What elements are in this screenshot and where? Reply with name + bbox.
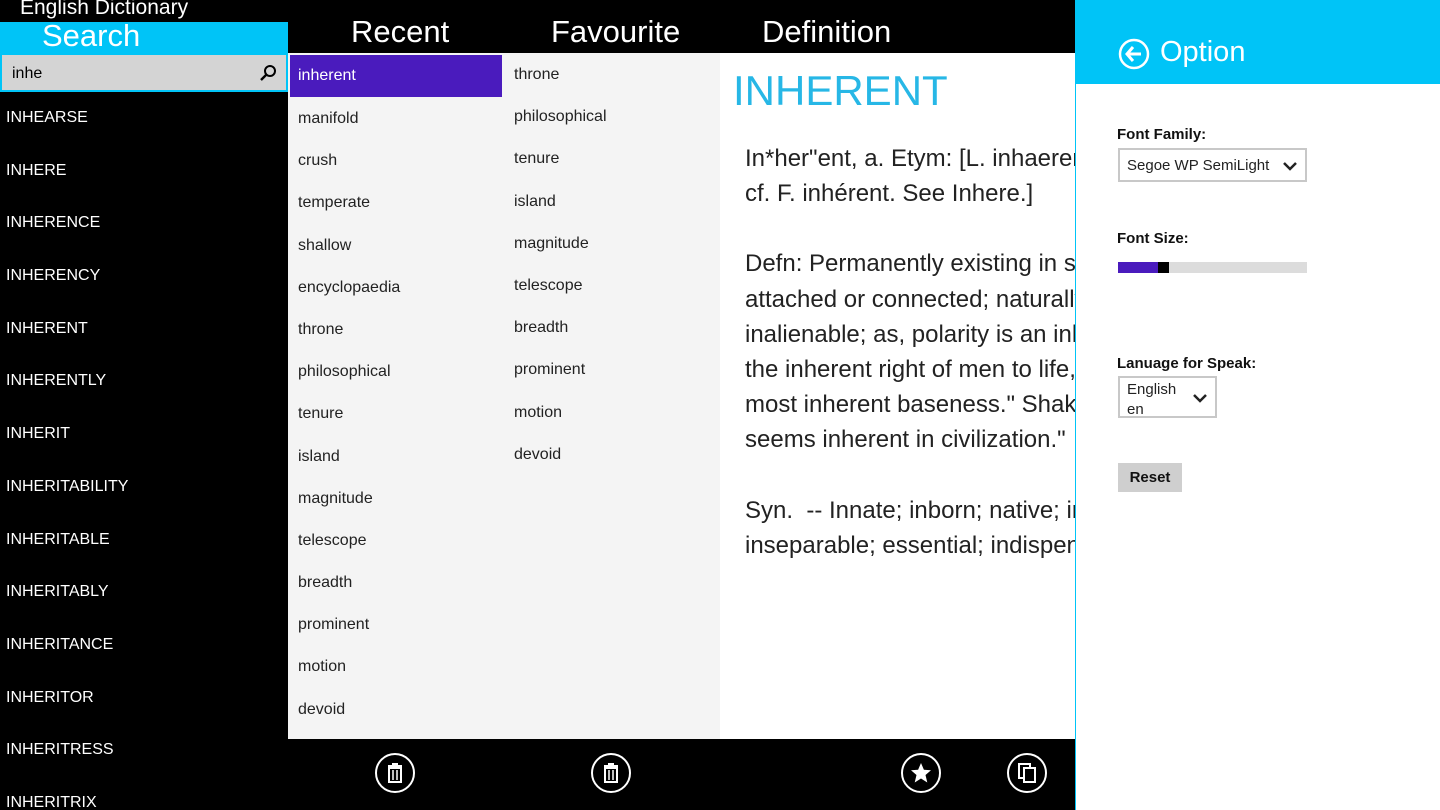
recent-item[interactable]: throne bbox=[288, 308, 504, 350]
definition-paragraph: In*her"ent, a. Etym: [L. inhaerens, -ent… bbox=[745, 145, 1075, 208]
recent-item[interactable]: inherent bbox=[290, 55, 502, 97]
back-arrow-icon[interactable] bbox=[1118, 38, 1150, 70]
suggestion-item[interactable]: INHERENTLY bbox=[0, 355, 288, 408]
suggestion-item[interactable]: INHERENCY bbox=[0, 250, 288, 303]
add-favourite-button[interactable] bbox=[901, 753, 941, 793]
suggestion-item[interactable]: INHEARSE bbox=[0, 92, 288, 145]
options-title: Option bbox=[1160, 36, 1246, 68]
favourite-item[interactable]: prominent bbox=[504, 348, 720, 390]
star-icon bbox=[911, 763, 931, 783]
copy-button[interactable] bbox=[1007, 753, 1047, 793]
font-family-label: Font Family: bbox=[1117, 126, 1207, 143]
chevron-down-icon bbox=[1283, 162, 1297, 171]
favourite-item[interactable]: tenure bbox=[504, 137, 720, 179]
recent-item[interactable]: island bbox=[288, 435, 504, 477]
definition-body: In*her"ent, a. Etym: [L. inhaerens, -ent… bbox=[745, 141, 1075, 598]
favourite-header: Favourite bbox=[551, 14, 681, 49]
language-select[interactable]: English en bbox=[1118, 376, 1217, 418]
font-size-slider-thumb[interactable] bbox=[1158, 262, 1169, 273]
favourite-item[interactable]: throne bbox=[504, 53, 720, 95]
search-header-label: Search bbox=[42, 18, 141, 53]
suggestion-item[interactable]: INHERITABLE bbox=[0, 514, 288, 567]
definition-word: INHERENT bbox=[733, 67, 948, 114]
favourite-item[interactable]: telescope bbox=[504, 264, 720, 306]
trash-icon bbox=[604, 763, 618, 783]
recent-item[interactable]: manifold bbox=[288, 97, 504, 139]
suggestion-item[interactable]: INHERITRIX bbox=[0, 777, 288, 810]
recent-item[interactable]: temperate bbox=[288, 181, 504, 223]
font-size-slider-fill bbox=[1118, 262, 1158, 273]
favourite-item[interactable]: breadth bbox=[504, 306, 720, 348]
favourite-item[interactable]: island bbox=[504, 180, 720, 222]
font-family-value: Segoe WP SemiLight bbox=[1127, 157, 1270, 174]
recent-item[interactable]: prominent bbox=[288, 603, 504, 645]
trash-icon bbox=[388, 763, 402, 783]
definition-paragraph: Syn. -- Innate; inborn; native; inbred; … bbox=[745, 496, 1075, 559]
font-size-label: Font Size: bbox=[1117, 230, 1189, 247]
suggestion-item[interactable]: INHERITOR bbox=[0, 672, 288, 725]
recent-item[interactable]: encyclopaedia bbox=[288, 266, 504, 308]
suggestion-item[interactable]: INHERITRESS bbox=[0, 724, 288, 777]
recent-list: inherent manifold crush temperate shallow enc… bbox=[288, 53, 504, 739]
definition-paragraph: Defn: Permanently existing in something;… bbox=[745, 250, 1075, 454]
recent-item[interactable]: tenure bbox=[288, 392, 504, 434]
search-header: Search bbox=[0, 18, 288, 53]
suggestion-item[interactable]: INHERE bbox=[0, 145, 288, 198]
favourite-item[interactable]: devoid bbox=[504, 433, 720, 475]
suggestion-item[interactable]: INHERENT bbox=[0, 303, 288, 356]
search-box bbox=[0, 53, 288, 92]
language-label: Lanuage for Speak: bbox=[1117, 355, 1257, 372]
recent-item[interactable]: breadth bbox=[288, 561, 504, 603]
suggestion-item[interactable]: INHERITABILITY bbox=[0, 461, 288, 514]
recent-item[interactable]: devoid bbox=[288, 688, 504, 730]
suggestion-item[interactable]: INHERENCE bbox=[0, 197, 288, 250]
font-size-slider[interactable] bbox=[1118, 262, 1307, 273]
font-family-select[interactable]: Segoe WP SemiLight bbox=[1118, 148, 1307, 182]
definition-panel: INHERENT In*her"ent, a. Etym: [L. inhaer… bbox=[720, 53, 1075, 739]
favourite-list: throne philosophical tenure island magnitude… bbox=[504, 53, 720, 739]
language-value: English en bbox=[1127, 381, 1177, 418]
recent-item[interactable]: telescope bbox=[288, 519, 504, 561]
favourite-item[interactable]: philosophical bbox=[504, 95, 720, 137]
favourite-item[interactable]: magnitude bbox=[504, 222, 720, 264]
clear-recent-button[interactable] bbox=[375, 753, 415, 793]
copy-icon bbox=[1018, 763, 1036, 783]
app-title: English Dictionary bbox=[20, 0, 189, 19]
recent-item[interactable]: magnitude bbox=[288, 477, 504, 519]
chevron-down-icon bbox=[1193, 394, 1207, 403]
reset-button[interactable]: Reset bbox=[1118, 463, 1182, 492]
suggestion-item[interactable]: INHERITANCE bbox=[0, 619, 288, 672]
search-icon[interactable] bbox=[258, 63, 278, 83]
recent-item[interactable]: motion bbox=[288, 645, 504, 687]
suggestion-item[interactable]: INHERITABLY bbox=[0, 566, 288, 619]
options-pane: Option Font Family: Segoe WP SemiLight F… bbox=[1075, 0, 1440, 810]
options-header: Option bbox=[1076, 0, 1440, 84]
clear-favourite-button[interactable] bbox=[591, 753, 631, 793]
suggestion-list: INHEARSE INHERE INHERENCE INHERENCY INHERENT… bbox=[0, 92, 288, 810]
recent-item[interactable]: philosophical bbox=[288, 350, 504, 392]
recent-item[interactable]: shallow bbox=[288, 224, 504, 266]
recent-item[interactable]: crush bbox=[288, 139, 504, 181]
bottom-app-bar bbox=[288, 739, 1075, 810]
suggestion-item[interactable]: INHERIT bbox=[0, 408, 288, 461]
definition-header: Definition bbox=[762, 14, 892, 49]
search-input[interactable] bbox=[10, 61, 254, 87]
favourite-item[interactable]: motion bbox=[504, 391, 720, 433]
recent-header: Recent bbox=[351, 14, 450, 49]
